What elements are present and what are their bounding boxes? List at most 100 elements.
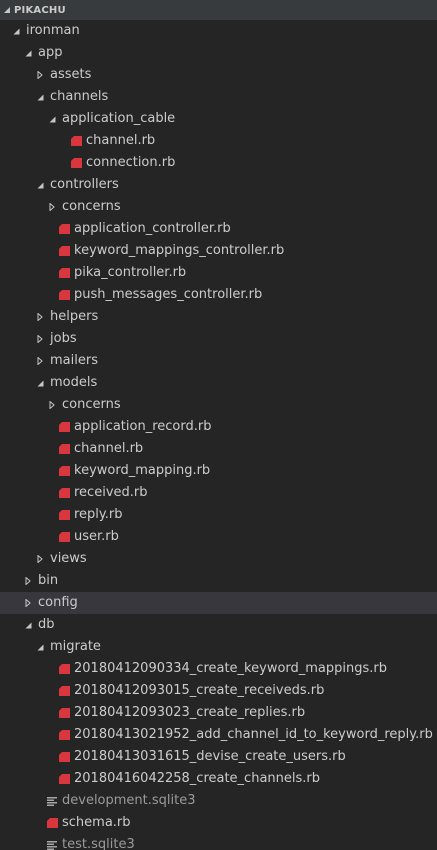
chevron-down-icon[interactable] xyxy=(34,372,46,394)
file-explorer: PIKACHU ironman app assets channels applicat… xyxy=(0,0,437,850)
file-row[interactable]: channel.rb xyxy=(0,130,437,152)
folder-row[interactable]: config xyxy=(0,592,437,614)
tree-item-label: keyword_mappings_controller.rb xyxy=(74,243,285,258)
tree-item-label: mailers xyxy=(50,353,98,368)
chevron-right-icon[interactable] xyxy=(34,64,46,86)
folder-row[interactable]: controllers xyxy=(0,174,437,196)
tree-item-label: 20180412093023_create_replies.rb xyxy=(74,705,306,720)
text-file-icon xyxy=(46,834,58,850)
chevron-right-icon[interactable] xyxy=(34,548,46,570)
tree-item-label: application_controller.rb xyxy=(74,221,231,236)
explorer-section-header[interactable]: PIKACHU xyxy=(0,0,437,20)
ruby-file-icon xyxy=(46,812,58,834)
tree-item-label: jobs xyxy=(50,331,77,346)
tree-item-label: development.sqlite3 xyxy=(62,793,196,808)
folder-row[interactable]: jobs xyxy=(0,328,437,350)
chevron-right-icon[interactable] xyxy=(22,592,34,614)
chevron-right-icon[interactable] xyxy=(46,394,58,416)
ruby-file-icon xyxy=(70,152,82,174)
folder-row[interactable]: application_cable xyxy=(0,108,437,130)
tree-item-label: push_messages_controller.rb xyxy=(74,287,263,302)
file-row[interactable]: development.sqlite3 xyxy=(0,790,437,812)
project-title: PIKACHU xyxy=(14,4,66,16)
file-row[interactable]: keyword_mapping.rb xyxy=(0,460,437,482)
tree-item-label: models xyxy=(50,375,98,390)
file-tree: ironman app assets channels application_cabl… xyxy=(0,20,437,850)
chevron-down-icon[interactable] xyxy=(34,86,46,108)
folder-row[interactable]: concerns xyxy=(0,196,437,218)
file-row[interactable]: pika_controller.rb xyxy=(0,262,437,284)
folder-row[interactable]: helpers xyxy=(0,306,437,328)
tree-item-label: migrate xyxy=(50,639,101,654)
file-row[interactable]: user.rb xyxy=(0,526,437,548)
ruby-file-icon xyxy=(58,460,70,482)
tree-item-label: bin xyxy=(38,573,59,588)
tree-item-label: 20180416042258_create_channels.rb xyxy=(74,771,321,786)
folder-row[interactable]: bin xyxy=(0,570,437,592)
ruby-file-icon xyxy=(58,240,70,262)
folder-row[interactable]: views xyxy=(0,548,437,570)
chevron-right-icon[interactable] xyxy=(34,350,46,372)
ruby-file-icon xyxy=(58,702,70,724)
folder-row[interactable]: assets xyxy=(0,64,437,86)
folder-row[interactable]: channels xyxy=(0,86,437,108)
chevron-down-icon[interactable] xyxy=(34,636,46,658)
folder-row[interactable]: concerns xyxy=(0,394,437,416)
file-row[interactable]: test.sqlite3 xyxy=(0,834,437,850)
file-row[interactable]: 20180412093015_create_receiveds.rb xyxy=(0,680,437,702)
ruby-file-icon xyxy=(58,724,70,746)
folder-row[interactable]: db xyxy=(0,614,437,636)
file-row[interactable]: keyword_mappings_controller.rb xyxy=(0,240,437,262)
ruby-file-icon xyxy=(58,504,70,526)
folder-row[interactable]: app xyxy=(0,42,437,64)
ruby-file-icon xyxy=(58,438,70,460)
tree-item-label: concerns xyxy=(62,397,121,412)
tree-item-label: channel.rb xyxy=(74,441,144,456)
file-row[interactable]: reply.rb xyxy=(0,504,437,526)
tree-item-label: 20180413031615_devise_create_users.rb xyxy=(74,749,346,764)
tree-item-label: app xyxy=(38,45,63,60)
file-row[interactable]: schema.rb xyxy=(0,812,437,834)
file-row[interactable]: application_record.rb xyxy=(0,416,437,438)
chevron-right-icon[interactable] xyxy=(34,306,46,328)
tree-item-label: 20180412090334_create_keyword_mappings.r… xyxy=(74,661,388,676)
chevron-down-icon[interactable] xyxy=(22,614,34,636)
chevron-right-icon[interactable] xyxy=(34,328,46,350)
file-row[interactable]: 20180412093023_create_replies.rb xyxy=(0,702,437,724)
tree-item-label: ironman xyxy=(26,23,80,38)
file-row[interactable]: connection.rb xyxy=(0,152,437,174)
ruby-file-icon xyxy=(58,746,70,768)
file-row[interactable]: application_controller.rb xyxy=(0,218,437,240)
tree-item-label: keyword_mapping.rb xyxy=(74,463,211,478)
ruby-file-icon xyxy=(58,284,70,306)
file-row[interactable]: received.rb xyxy=(0,482,437,504)
chevron-down-icon[interactable] xyxy=(2,5,12,15)
file-row[interactable]: push_messages_controller.rb xyxy=(0,284,437,306)
file-row[interactable]: 20180416042258_create_channels.rb xyxy=(0,768,437,790)
folder-row[interactable]: models xyxy=(0,372,437,394)
file-row[interactable]: 20180413021952_add_channel_id_to_keyword… xyxy=(0,724,437,746)
tree-item-label: controllers xyxy=(50,177,119,192)
tree-item-label: application_record.rb xyxy=(74,419,212,434)
ruby-file-icon xyxy=(58,218,70,240)
folder-row[interactable]: mailers xyxy=(0,350,437,372)
tree-item-label: channel.rb xyxy=(86,133,156,148)
tree-item-label: db xyxy=(38,617,55,632)
ruby-file-icon xyxy=(58,680,70,702)
text-file-icon xyxy=(46,790,58,812)
file-row[interactable]: 20180412090334_create_keyword_mappings.r… xyxy=(0,658,437,680)
chevron-down-icon[interactable] xyxy=(10,20,22,42)
tree-item-label: 20180413021952_add_channel_id_to_keyword… xyxy=(74,727,433,742)
chevron-down-icon[interactable] xyxy=(46,108,58,130)
folder-row[interactable]: ironman xyxy=(0,20,437,42)
tree-item-label: concerns xyxy=(62,199,121,214)
file-row[interactable]: 20180413031615_devise_create_users.rb xyxy=(0,746,437,768)
file-row[interactable]: channel.rb xyxy=(0,438,437,460)
chevron-down-icon[interactable] xyxy=(22,42,34,64)
ruby-file-icon xyxy=(58,262,70,284)
chevron-down-icon[interactable] xyxy=(34,174,46,196)
folder-row[interactable]: migrate xyxy=(0,636,437,658)
chevron-right-icon[interactable] xyxy=(22,570,34,592)
chevron-right-icon[interactable] xyxy=(46,196,58,218)
tree-item-label: test.sqlite3 xyxy=(62,837,135,850)
